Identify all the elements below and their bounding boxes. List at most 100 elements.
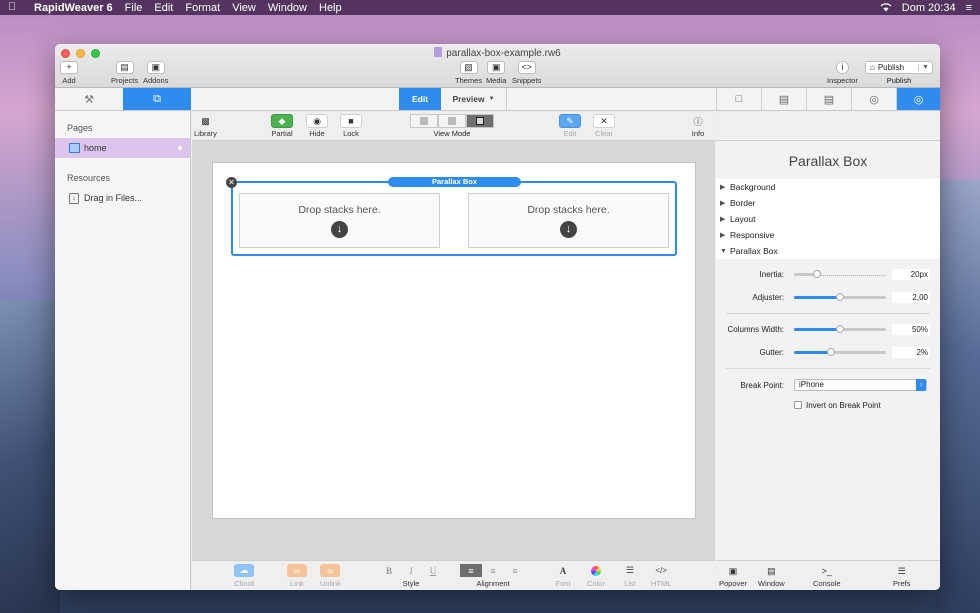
slider-fill	[794, 296, 840, 299]
inspector-toolbar	[716, 111, 940, 141]
menu-file[interactable]: File	[125, 2, 143, 14]
section-responsive[interactable]: ▶ Responsive	[716, 227, 940, 243]
addons-button[interactable]: ▣ Addons	[143, 61, 168, 85]
popover-button[interactable]: ▣ Popover	[719, 565, 747, 588]
library-button[interactable]: ▩ Library	[194, 114, 217, 139]
section-background[interactable]: ▶ Background	[716, 179, 940, 195]
tab-preview[interactable]: Preview ▼	[441, 88, 507, 110]
add-button[interactable]: + Add	[60, 61, 78, 85]
font-button[interactable]: A Font	[553, 564, 573, 589]
hide-button[interactable]: ◉ Hide	[306, 114, 328, 138]
arrow-down-icon: ↓	[560, 221, 577, 238]
underline-button[interactable]: U	[422, 564, 444, 577]
slider-knob[interactable]	[836, 293, 844, 301]
tab-inspector-style[interactable]: ◎	[851, 88, 896, 110]
section-layout[interactable]: ▶ Layout	[716, 211, 940, 227]
link-button[interactable]: ∞ Link	[287, 564, 307, 588]
color-label: Color	[587, 579, 605, 588]
slider-knob[interactable]	[826, 348, 835, 356]
adjuster-value[interactable]: 2,00	[892, 292, 930, 303]
sidebar-item-home[interactable]: home	[55, 138, 190, 158]
gutter-slider[interactable]	[794, 348, 886, 356]
drop-zone-right[interactable]: Drop stacks here. ↓	[468, 193, 669, 248]
clear-button[interactable]: ✕ Clear	[593, 114, 615, 138]
alignment-segments: ≡ ≡ ≡	[460, 564, 526, 577]
gutter-row: Gutter: 2%	[716, 341, 940, 364]
partial-icon: ◆	[271, 114, 293, 128]
media-icon: ▣	[487, 61, 506, 74]
wifi-icon[interactable]	[880, 3, 892, 12]
align-left-icon[interactable]: ≡	[460, 564, 482, 577]
adjuster-slider[interactable]	[794, 293, 886, 301]
list-button[interactable]: ☰ List	[620, 564, 640, 588]
partial-button[interactable]: ◆ Partial	[271, 114, 293, 138]
parallax-box-stack[interactable]: Parallax Box ✕ Drop stacks here. ↓ Drop …	[226, 177, 677, 256]
tab-inspector-general[interactable]: □	[716, 88, 761, 110]
inertia-slider[interactable]	[794, 270, 886, 278]
color-button[interactable]: Color	[586, 564, 606, 588]
unlink-button[interactable]: ∞ Unlink	[320, 564, 341, 588]
view-mode-medium-button[interactable]	[438, 114, 466, 128]
bold-button[interactable]: B	[378, 564, 400, 577]
menubar-clock[interactable]: Dom 20:34	[902, 2, 956, 14]
partial-label: Partial	[271, 129, 293, 138]
page-canvas[interactable]: Parallax Box ✕ Drop stacks here. ↓ Drop …	[212, 162, 696, 519]
invert-checkbox[interactable]	[794, 401, 802, 409]
publish-button-text: Publish	[877, 63, 905, 72]
publish-button[interactable]: ⌂ Publish ▼	[865, 61, 933, 74]
menu-view[interactable]: View	[232, 2, 256, 14]
menu-format[interactable]: Format	[185, 2, 220, 14]
lock-button[interactable]: ■ Lock	[340, 114, 362, 138]
tab-inspector-stacks[interactable]: ◎	[896, 88, 940, 110]
tab-pages[interactable]: ⧉	[123, 88, 191, 110]
apple-icon[interactable]: 	[8, 2, 18, 13]
menu-window[interactable]: Window	[268, 2, 307, 14]
window-button[interactable]: ▤ Window	[758, 565, 785, 588]
italic-button[interactable]: I	[400, 564, 422, 577]
link-icon: ∞	[287, 564, 307, 577]
publish-dropdown-icon[interactable]: ▼	[918, 64, 932, 71]
drop-zone-left[interactable]: Drop stacks here. ↓	[239, 193, 440, 248]
snippets-button[interactable]: <> Snippets	[512, 61, 541, 85]
slider-knob[interactable]	[813, 270, 821, 278]
inertia-value[interactable]: 20px	[892, 269, 930, 280]
inspector-button[interactable]: i Inspector	[827, 61, 858, 85]
style-segments: B I U	[378, 564, 444, 577]
tab-inspector-layout[interactable]: ▤	[761, 88, 806, 110]
themes-button[interactable]: ▧ Themes	[455, 61, 482, 85]
tab-edit[interactable]: Edit	[399, 88, 441, 110]
prefs-button[interactable]: ☰ Prefs	[893, 565, 911, 588]
menu-app-name[interactable]: RapidWeaver 6	[34, 2, 113, 14]
html-button[interactable]: </> HTML	[651, 564, 671, 588]
align-right-icon[interactable]: ≡	[504, 564, 526, 577]
inertia-row: Inertia: 20px	[716, 263, 940, 286]
menu-edit[interactable]: Edit	[154, 2, 173, 14]
tab-settings[interactable]: ⚒	[55, 88, 123, 110]
break-point-value: iPhone	[799, 380, 824, 389]
columns-width-value[interactable]: 50%	[892, 324, 930, 335]
edit-stack-button[interactable]: ✎ Edit	[559, 114, 581, 138]
document-icon	[434, 47, 443, 57]
info-button[interactable]: ⓘ Info	[687, 114, 709, 139]
remove-stack-icon[interactable]: ✕	[226, 177, 237, 188]
section-label: Responsive	[730, 230, 775, 240]
slider-knob[interactable]	[836, 325, 844, 333]
sidebar-item-drag-files[interactable]: ↓ Drag in Files...	[55, 188, 190, 208]
menu-help[interactable]: Help	[319, 2, 342, 14]
gutter-value[interactable]: 2%	[892, 347, 930, 358]
view-mode-full-button[interactable]	[410, 114, 438, 128]
menu-list-icon[interactable]: ≡	[966, 2, 972, 14]
x-icon: ✕	[593, 114, 615, 128]
desktop-mountain-right	[935, 180, 980, 613]
section-border[interactable]: ▶ Border	[716, 195, 940, 211]
columns-width-slider[interactable]	[794, 325, 886, 333]
view-mode-bordered-button[interactable]	[466, 114, 494, 128]
tab-inspector-header[interactable]: ▤	[806, 88, 851, 110]
break-point-select[interactable]: iPhone ↕	[794, 379, 927, 391]
projects-button[interactable]: ▤ Projects	[111, 61, 138, 85]
media-button[interactable]: ▣ Media	[486, 61, 506, 85]
align-center-icon[interactable]: ≡	[482, 564, 504, 577]
section-parallax-box[interactable]: ▼ Parallax Box	[716, 243, 940, 259]
cloud-button[interactable]: ☁ Cloud	[234, 564, 254, 588]
console-button[interactable]: >_ Console	[813, 565, 841, 588]
